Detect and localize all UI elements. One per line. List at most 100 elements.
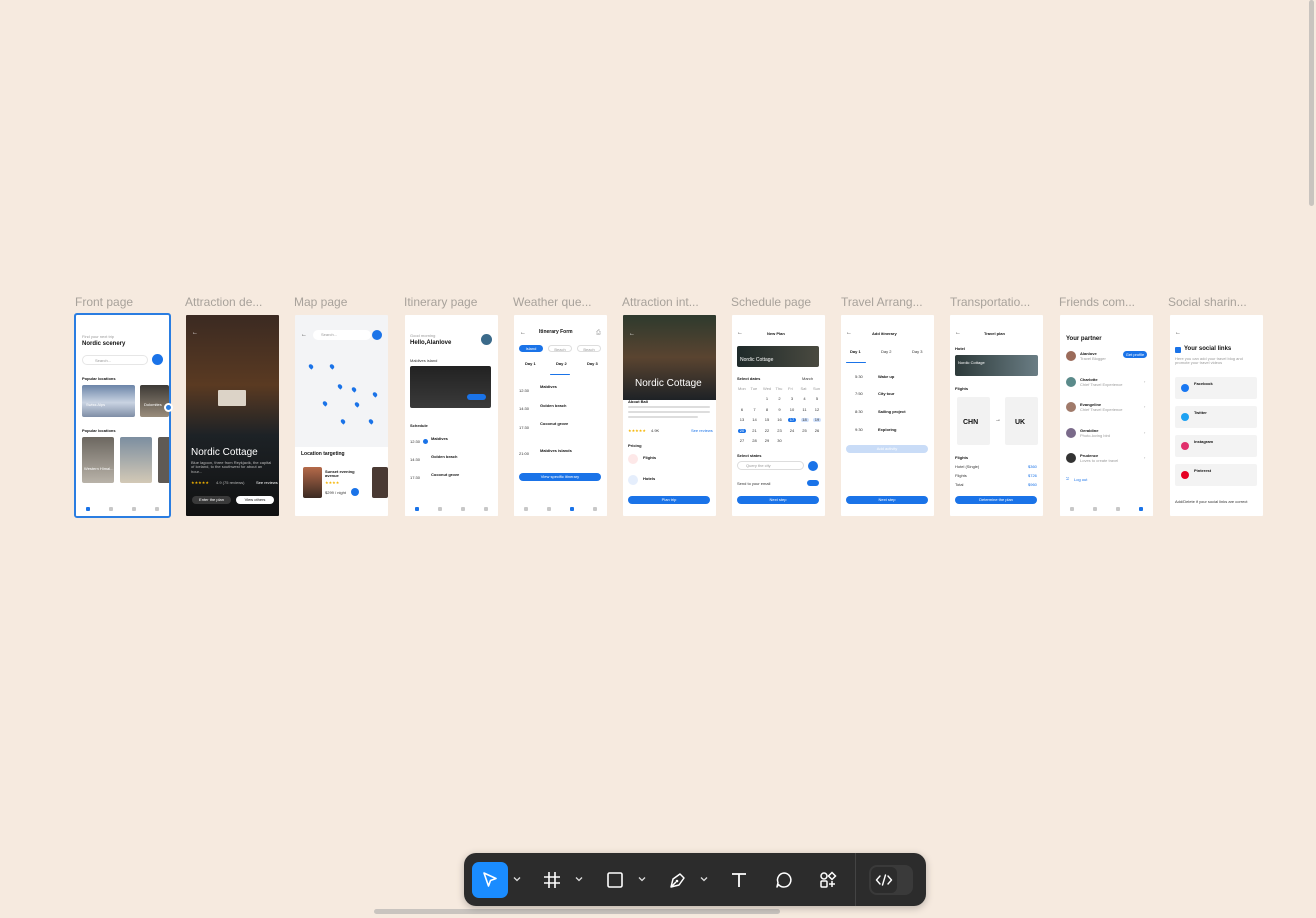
chevron-right-icon[interactable]: › (1144, 379, 1145, 384)
calendar-day[interactable]: 19 (813, 417, 821, 423)
about-see-more[interactable]: See reviews (691, 428, 713, 433)
map-pin-icon[interactable] (339, 418, 347, 425)
calendar-day[interactable]: 25 (801, 428, 809, 433)
map-locate-button[interactable] (372, 330, 382, 340)
avatar[interactable] (1066, 402, 1076, 412)
determine-plan-button[interactable]: Determine the plan (955, 496, 1037, 504)
chevron-down-icon[interactable] (512, 873, 522, 885)
map-pin-icon[interactable] (350, 386, 358, 393)
frame-weather-query[interactable]: ← Itinerary Form ⎙ Island Beach Beach Da… (514, 315, 607, 516)
calendar-day[interactable]: 22 (763, 428, 771, 433)
nav-guide-icon[interactable] (461, 507, 466, 511)
view-itinerary-button[interactable]: View specific itinerary (519, 473, 601, 481)
nav-home-icon[interactable] (414, 507, 419, 511)
frame-map-page[interactable]: ← Search... Location targeting Sunset ev… (295, 315, 388, 516)
attraction-see-reviews[interactable]: See reviews (256, 480, 278, 485)
calendar-day[interactable]: 20 (738, 428, 746, 433)
avatar[interactable] (1066, 351, 1076, 361)
travel-tab-day-2[interactable]: Day 2 (881, 349, 891, 354)
map-search-input[interactable]: Search... (313, 330, 371, 340)
chevron-right-icon[interactable]: › (1144, 404, 1145, 409)
frame-label-map-page[interactable]: Map page (294, 295, 394, 309)
frame-label-itinerary-page[interactable]: Itinerary page (404, 295, 504, 309)
move-tool-button[interactable] (472, 862, 508, 898)
frame-schedule-page[interactable]: ← New Plan Nordic Cottage Select dates M… (732, 315, 825, 516)
add-activity-button[interactable]: Add activity (846, 445, 928, 453)
back-arrow-icon[interactable]: ← (520, 330, 526, 337)
comment-tool-button[interactable] (766, 862, 802, 898)
logout-link[interactable]: Log out (1074, 477, 1087, 482)
frame-label-attraction-intro[interactable]: Attraction int... (622, 295, 708, 309)
schedule-next-button[interactable]: Next step (737, 496, 819, 504)
map-place-image-next[interactable] (372, 467, 388, 498)
back-arrow-icon[interactable]: ← (955, 330, 961, 337)
front-card-himalaya[interactable]: Western Himal... (82, 437, 114, 483)
nav-profile-icon[interactable] (155, 507, 160, 511)
calendar-day[interactable]: 13 (738, 417, 746, 422)
map-pin-icon[interactable] (336, 383, 344, 390)
front-card-swiss-alps[interactable]: Swiss Alps (82, 385, 135, 417)
tab-day-1[interactable]: Day 1 (525, 361, 536, 366)
calendar-day[interactable]: 10 (788, 407, 796, 412)
text-tool-button[interactable] (721, 862, 757, 898)
frame-attraction-detail[interactable]: ← Nordic Cottage Blue lagoon, three from… (186, 315, 279, 516)
nav-hotel-icon[interactable] (546, 507, 551, 511)
nav-hotel-icon[interactable] (437, 507, 442, 511)
calendar-day[interactable]: 7 (751, 407, 759, 412)
travel-next-button[interactable]: Next step (846, 496, 928, 504)
month-select[interactable]: March (802, 376, 813, 381)
flight-to-card[interactable]: UK (1005, 397, 1038, 445)
calendar-day[interactable]: 9 (776, 407, 784, 412)
print-icon[interactable]: ⎙ (596, 330, 601, 337)
calendar-day[interactable]: 12 (813, 407, 821, 412)
shape-tool-button[interactable] (597, 862, 633, 898)
calendar-day[interactable]: 15 (763, 417, 771, 422)
logout-icon[interactable]: ⎋ (1066, 476, 1069, 481)
calendar-day[interactable]: 23 (776, 428, 784, 433)
chevron-down-icon[interactable] (699, 873, 709, 885)
frame-label-front-page[interactable]: Front page (75, 295, 175, 309)
pen-tool-button[interactable] (660, 862, 696, 898)
back-arrow-icon[interactable]: ← (737, 330, 743, 337)
nav-profile-icon[interactable] (593, 507, 598, 511)
chevron-down-icon[interactable] (637, 873, 647, 885)
calendar-day[interactable]: 17 (788, 417, 796, 423)
map-pin-icon[interactable] (321, 400, 329, 407)
chevron-down-icon[interactable] (574, 873, 584, 885)
frame-social-sharing[interactable]: ← Your social links Here you can add you… (1170, 315, 1263, 516)
map-pin-icon[interactable] (328, 363, 336, 370)
calendar-day[interactable]: 1 (763, 396, 771, 401)
chip-beach-2[interactable]: Beach (577, 345, 601, 352)
back-arrow-icon[interactable]: ← (846, 330, 852, 337)
front-card-partial[interactable] (158, 437, 169, 483)
frame-tool-button[interactable] (534, 862, 570, 898)
calendar-day[interactable]: 29 (763, 438, 771, 443)
nav-guide-icon[interactable] (570, 507, 575, 511)
send-icon[interactable] (808, 461, 818, 471)
avatar[interactable] (481, 334, 492, 345)
send-email-toggle[interactable] (807, 480, 819, 486)
calendar-day[interactable]: 26 (813, 428, 821, 433)
back-arrow-icon[interactable]: ← (192, 330, 198, 337)
chip-beach[interactable]: Beach (548, 345, 572, 352)
frame-transportation[interactable]: ← Travel plan Hotel Nordic Cottage Fligh… (950, 315, 1043, 516)
calendar-day[interactable]: 24 (788, 428, 796, 433)
front-search-input[interactable]: Search... (82, 355, 148, 365)
transport-hotel-card[interactable]: Nordic Cottage (955, 355, 1038, 376)
front-filter-button[interactable] (152, 354, 163, 365)
calendar-day[interactable]: 21 (751, 428, 759, 433)
actions-tool-button[interactable] (810, 862, 846, 898)
nav-home-icon[interactable] (523, 507, 528, 511)
itinerary-banner-button[interactable] (467, 394, 486, 400)
calendar-day[interactable]: 16 (776, 417, 784, 422)
nav-profile-icon[interactable] (1139, 507, 1144, 511)
back-arrow-icon[interactable]: ← (301, 332, 307, 339)
nav-hotel-icon[interactable] (1092, 507, 1097, 511)
frame-travel-arrangement[interactable]: ← Add itinerary Day 1 Day 2 Day 3 5:30 W… (841, 315, 934, 516)
map-pin-icon[interactable] (371, 391, 379, 398)
travel-tab-day-1[interactable]: Day 1 (850, 349, 861, 354)
map-pin-icon[interactable] (367, 418, 375, 425)
calendar-day[interactable]: 14 (751, 417, 759, 422)
nav-guide-icon[interactable] (132, 507, 137, 511)
plan-trip-button[interactable]: Plan trip (628, 496, 710, 504)
